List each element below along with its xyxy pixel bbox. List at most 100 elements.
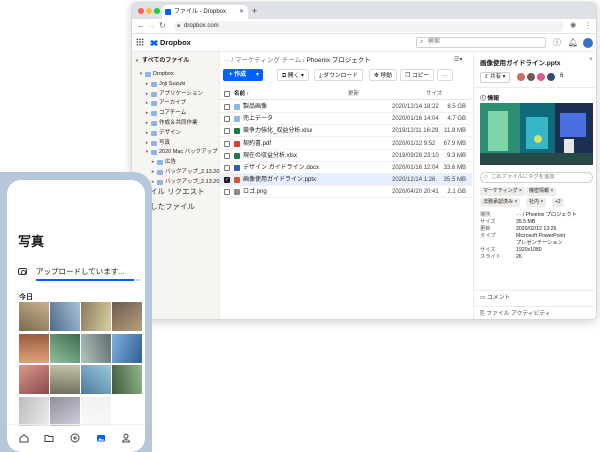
column-header-name[interactable]: 名前 ↑: [234, 90, 249, 98]
sidebar-all-files[interactable]: ▾ すべてのファイル: [132, 57, 220, 66]
address-bar[interactable]: ■ dropbox.com: [174, 21, 564, 32]
member-avatar[interactable]: [526, 72, 536, 82]
file-activity-section[interactable]: ⎘ ファイル アクティビティ: [474, 306, 596, 319]
more-button[interactable]: ···: [437, 69, 453, 81]
chevron-right-icon[interactable]: ▸: [150, 158, 156, 167]
forward-arrow-icon[interactable]: →: [148, 21, 156, 31]
tag-chip[interactable]: 機密情報 ×: [526, 187, 557, 196]
table-row[interactable]: 現在の収益分析.xlsx 2019/09/28 23:10 9.3 MB: [220, 150, 472, 162]
create-button[interactable]: + 作成 ▾: [223, 69, 263, 81]
chevron-right-icon[interactable]: ▸: [144, 119, 150, 128]
file-preview-image[interactable]: [480, 103, 593, 165]
browser-menu-icon[interactable]: ⋮: [584, 21, 592, 31]
sidebar-item[interactable]: ▸ コアチーム: [132, 109, 220, 118]
file-name[interactable]: 競争力強化_収益分析.xlsx: [243, 125, 312, 137]
sidebar-item[interactable]: ▾ Dropbox: [132, 70, 220, 79]
table-row[interactable]: ✓ 画像使用ガイドライン.pptx 2020/12/14 1:26 35.5 MB: [220, 174, 472, 187]
photo-thumbnail[interactable]: [50, 302, 80, 331]
tag-input[interactable]: ◇ このファイルにタグを追加: [480, 172, 593, 183]
column-header-modified[interactable]: 更新: [348, 90, 359, 98]
photo-thumbnail[interactable]: [112, 333, 142, 363]
tag-chip[interactable]: マーケティング ×: [480, 187, 525, 196]
reload-icon[interactable]: ↻: [159, 21, 166, 31]
sidebar-item[interactable]: ▸ Joji Suzuki: [132, 80, 220, 89]
sidebar-item[interactable]: ▸ 写真: [132, 139, 220, 148]
help-icon[interactable]: ⓘ: [553, 38, 561, 48]
file-name[interactable]: ロゴ.png: [243, 186, 267, 198]
member-avatar[interactable]: [536, 72, 546, 82]
row-checkbox[interactable]: [224, 165, 230, 171]
photo-thumbnail[interactable]: [19, 396, 49, 426]
table-row[interactable]: 契約書.pdf 2020/01/12 9:52 67.9 MB: [220, 138, 472, 150]
view-options-icon[interactable]: ☰▾: [454, 56, 462, 63]
photo-thumbnail[interactable]: [81, 302, 111, 331]
chevron-right-icon[interactable]: ▸: [144, 90, 150, 99]
minimize-window-icon[interactable]: [146, 8, 152, 14]
member-avatar[interactable]: [546, 72, 556, 82]
chevron-right-icon[interactable]: ▸: [144, 139, 150, 148]
sidebar-item[interactable]: ▸ アーカイブ: [132, 99, 220, 108]
app-grid-icon[interactable]: [136, 38, 144, 46]
photo-thumbnail[interactable]: [19, 302, 49, 331]
table-row[interactable]: ロゴ.png 2020/04/20 20:41 2.1 GB: [220, 186, 472, 199]
chevron-right-icon[interactable]: ▸: [144, 80, 150, 89]
new-tab-button[interactable]: +: [252, 5, 257, 17]
close-panel-button[interactable]: ×: [589, 57, 593, 63]
file-name[interactable]: 製品画像: [243, 101, 267, 113]
search-input[interactable]: ⌕ 検索: [416, 37, 546, 48]
photo-thumbnail[interactable]: [50, 365, 80, 394]
tag-more-chip[interactable]: +2: [552, 198, 564, 207]
bell-icon[interactable]: 🔔︎: [568, 38, 578, 48]
close-tab-icon[interactable]: ✕: [239, 5, 244, 19]
chevron-right-icon[interactable]: ▸: [150, 168, 156, 177]
plus-icon[interactable]: [70, 433, 80, 443]
row-checkbox[interactable]: [224, 189, 230, 196]
download-button[interactable]: ⤓ ダウンロード: [314, 69, 363, 81]
row-checkbox[interactable]: [224, 128, 230, 135]
dropbox-logo[interactable]: Dropbox: [150, 37, 191, 49]
row-checkbox[interactable]: [224, 116, 230, 123]
photo-thumbnail[interactable]: [19, 333, 49, 363]
table-row[interactable]: デザイン ガイドライン.docx 2020/01/16 12:04 33.6 MB: [220, 162, 472, 174]
row-checkbox[interactable]: [224, 104, 230, 110]
breadcrumb-parent[interactable]: / マーケティング チーム /: [231, 57, 304, 64]
table-row[interactable]: 競争力強化_収益分析.xlsx 2019/12/11 16:29 11.8 MB: [220, 125, 472, 138]
photo-thumbnail[interactable]: [81, 333, 111, 363]
chevron-right-icon[interactable]: ▸: [144, 109, 150, 118]
chevron-right-icon[interactable]: ▸: [144, 99, 150, 108]
row-checkbox[interactable]: [224, 152, 230, 159]
chevron-down-icon[interactable]: ▾: [138, 70, 144, 79]
sidebar-item[interactable]: ▸ アプリケーション: [132, 90, 220, 99]
row-checkbox[interactable]: ✓: [224, 177, 230, 184]
folder-icon[interactable]: [44, 433, 54, 443]
file-name[interactable]: 売上データ: [243, 113, 273, 125]
tag-chip[interactable]: 社内 ×: [526, 198, 547, 207]
share-button[interactable]: ⇪ 共有 ▾: [480, 72, 510, 83]
member-avatar[interactable]: [516, 72, 526, 82]
photo-thumbnail[interactable]: [19, 365, 49, 394]
back-arrow-icon[interactable]: ←: [137, 21, 145, 31]
sidebar-item[interactable]: ▾ 2020 Mac バックアップ: [132, 148, 220, 157]
select-all-checkbox[interactable]: [224, 91, 230, 97]
row-checkbox[interactable]: [224, 140, 230, 147]
sidebar-item[interactable]: ▸ 広告: [132, 158, 220, 167]
tag-chip[interactable]: 法務承認済み ×: [480, 198, 521, 207]
home-icon[interactable]: [19, 433, 29, 443]
chevron-right-icon[interactable]: ▸: [144, 129, 150, 138]
comment-section[interactable]: ▭ コメント: [474, 290, 596, 304]
sidebar-item[interactable]: ▸ デザイン: [132, 129, 220, 138]
sidebar-item[interactable]: ▸ 作成＆共同作業: [132, 119, 220, 128]
open-button[interactable]: ⧉ 開く ▾: [277, 69, 309, 81]
photo-thumbnail[interactable]: [50, 396, 80, 426]
breadcrumb-ellipsis[interactable]: ···: [223, 57, 230, 64]
maximize-window-icon[interactable]: [154, 8, 160, 14]
close-window-icon[interactable]: [138, 8, 144, 14]
browser-tab[interactable]: ファイル - Dropbox ✕: [162, 5, 248, 19]
column-header-size[interactable]: サイズ: [426, 90, 442, 98]
photo-thumbnail[interactable]: [50, 333, 80, 363]
file-name[interactable]: 現在の収益分析.xlsx: [243, 150, 297, 162]
chevron-down-icon[interactable]: ▾: [144, 148, 150, 157]
table-row[interactable]: 売上データ 2020/01/16 14:04 4.7 GB: [220, 113, 472, 126]
file-name[interactable]: 画像使用ガイドライン.pptx: [243, 174, 316, 186]
photo-thumbnail[interactable]: [112, 365, 142, 394]
